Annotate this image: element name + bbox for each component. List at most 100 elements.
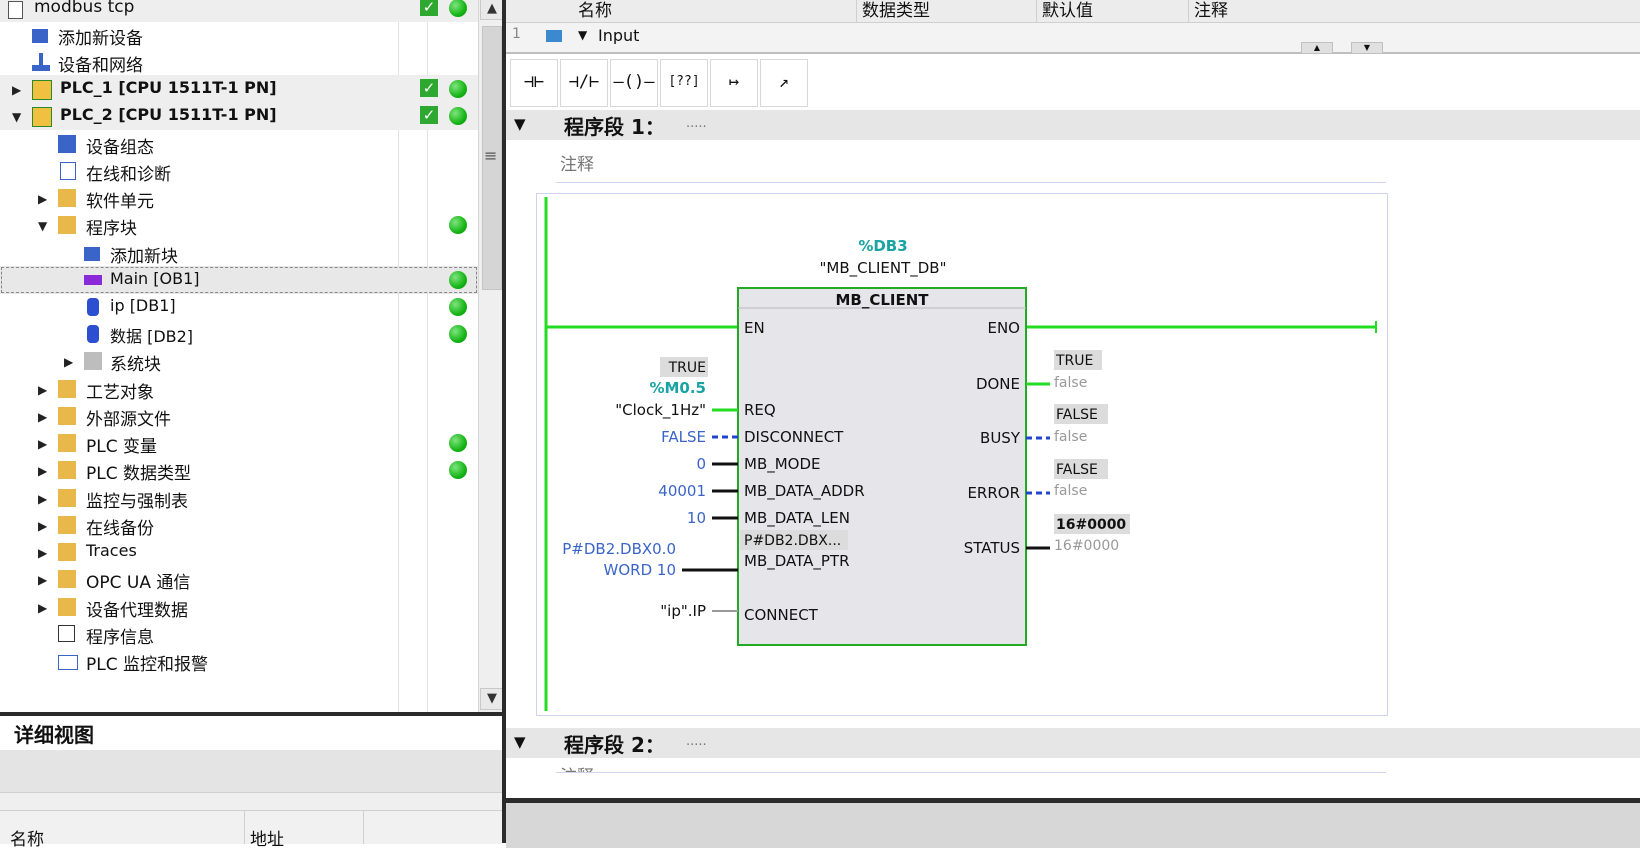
tree-item-project[interactable]: modbus tcp ✓ xyxy=(0,0,478,22)
mb-mode-operand[interactable]: 0 xyxy=(696,455,706,473)
header-name[interactable]: 名称 xyxy=(578,0,612,21)
expand-arrow-icon[interactable]: ▶ xyxy=(38,192,47,206)
scroll-down-icon[interactable]: ▼ xyxy=(1351,42,1383,54)
expand-arrow-icon[interactable]: ▶ xyxy=(38,492,47,506)
column-divider xyxy=(363,811,364,844)
expand-arrow-icon[interactable]: ▶ xyxy=(38,464,47,478)
network-title-placeholder[interactable]: ..... xyxy=(686,116,707,131)
mb-data-addr-operand[interactable]: 40001 xyxy=(658,482,706,500)
tree-item-program-blocks[interactable]: ▼ 程序块 xyxy=(0,211,478,239)
disconnect-operand[interactable]: FALSE xyxy=(661,428,706,446)
tree-item-plc-alarms[interactable]: PLC 监控和报警 xyxy=(0,647,478,675)
tree-item-main-ob1[interactable]: Main [OB1] xyxy=(0,266,478,294)
detail-view-toolbar xyxy=(0,750,502,793)
status-ok-icon xyxy=(449,434,467,452)
tree-item-add-device[interactable]: 添加新设备 xyxy=(0,21,478,49)
pin-disconnect: DISCONNECT xyxy=(744,428,844,446)
pin-en: EN xyxy=(744,319,765,337)
expand-arrow-icon[interactable]: ▶ xyxy=(64,355,73,369)
tree-item-plc1[interactable]: ▶ PLC_1 [CPU 1511T-1 PN] ✓ xyxy=(0,75,478,103)
tree-item-opcua[interactable]: ▶ OPC UA 通信 xyxy=(0,565,478,593)
column-header-address[interactable]: 地址 xyxy=(250,825,284,850)
grip-icon: ≡ xyxy=(484,146,498,165)
network-title-placeholder[interactable]: ..... xyxy=(686,734,707,749)
check-icon: ✓ xyxy=(420,106,438,124)
expand-arrow-icon[interactable]: ▶ xyxy=(38,519,47,533)
network-1-header[interactable]: ▼ 程序段 1： ..... xyxy=(506,110,1640,140)
scroll-up-icon[interactable]: ▲ xyxy=(480,0,504,20)
collapse-arrow-icon[interactable]: ▼ xyxy=(514,733,526,751)
network-comment-field[interactable]: 注释 xyxy=(556,764,1386,773)
tree-item-plc2[interactable]: ▼ PLC_2 [CPU 1511T-1 PN] ✓ xyxy=(0,102,478,130)
pin-error: ERROR xyxy=(967,484,1020,502)
tree-item-devices-networks[interactable]: 设备和网络 xyxy=(0,48,478,76)
collapse-arrow-icon[interactable]: ▼ xyxy=(514,115,526,133)
folder-icon xyxy=(58,570,76,588)
pin-connect: CONNECT xyxy=(744,606,819,624)
tree-item-plc-tags[interactable]: ▶ PLC 变量 xyxy=(0,429,478,457)
status-ok-icon xyxy=(449,216,467,234)
header-datatype[interactable]: 数据类型 xyxy=(862,0,930,21)
collapse-arrow-icon[interactable]: ▼ xyxy=(38,219,47,233)
tree-item-system-blocks[interactable]: ▶ 系统块 xyxy=(0,347,478,375)
plc-icon xyxy=(32,80,52,100)
tree-item-traces[interactable]: ▶ Traces xyxy=(0,538,478,566)
tree-item-external-sources[interactable]: ▶ 外部源文件 xyxy=(0,402,478,430)
normally-open-contact-button[interactable]: ⊣⊢ xyxy=(510,59,558,107)
expand-arrow-icon[interactable]: ▶ xyxy=(38,546,47,560)
tree-item-add-block[interactable]: 添加新块 xyxy=(0,239,478,267)
expand-arrow-icon[interactable]: ▶ xyxy=(38,601,47,615)
status-ok-icon xyxy=(449,298,467,316)
tree-item-device-config[interactable]: 设备组态 xyxy=(0,130,478,158)
network-2-header[interactable]: ▼ 程序段 2： ..... xyxy=(506,728,1640,758)
done-value: false xyxy=(1054,375,1087,391)
close-branch-button[interactable]: ↗ xyxy=(760,59,808,107)
folder-icon xyxy=(58,189,76,207)
expand-arrow-icon[interactable]: ▶ xyxy=(38,437,47,451)
tree-item-software-units[interactable]: ▶ 软件单元 xyxy=(0,184,478,212)
ob-block-icon xyxy=(84,275,102,285)
expand-arrow-icon[interactable]: ▶ xyxy=(12,83,21,97)
expand-arrow-icon[interactable]: ▶ xyxy=(38,573,47,587)
detail-view-header[interactable]: 详细视图 xyxy=(0,712,502,751)
tree-scrollbar[interactable]: ▲ ≡ ▼ xyxy=(478,0,504,712)
add-block-icon xyxy=(84,247,100,261)
instance-db-name[interactable]: "MB_CLIENT_DB" xyxy=(820,259,947,278)
connect-operand[interactable]: "ip".IP xyxy=(660,602,706,620)
scroll-down-icon[interactable]: ▼ xyxy=(480,688,504,710)
header-default[interactable]: 默认值 xyxy=(1042,0,1093,21)
normally-closed-contact-button[interactable]: ⊣/⊢ xyxy=(560,59,608,107)
tree-item-program-info[interactable]: 程序信息 xyxy=(0,620,478,648)
coil-button[interactable]: –()– xyxy=(610,59,658,107)
tree-item-label: 外部源文件 xyxy=(86,410,171,430)
tree-item-device-proxy[interactable]: ▶ 设备代理数据 xyxy=(0,593,478,621)
tree-item-plc-datatypes[interactable]: ▶ PLC 数据类型 xyxy=(0,456,478,484)
mb-data-ptr-monitor-value: P#DB2.DBX... xyxy=(744,533,841,549)
mb-data-ptr-operand-length[interactable]: WORD 10 xyxy=(604,561,676,579)
tree-item-label: PLC 监控和报警 xyxy=(86,655,208,675)
tree-item-watch-tables[interactable]: ▶ 监控与强制表 xyxy=(0,484,478,512)
network-comment: 注释 xyxy=(560,764,594,772)
expand-arrow-icon[interactable]: ▶ xyxy=(38,410,47,424)
status-monitor-value: 16#0000 xyxy=(1056,517,1126,533)
tree-item-online-backups[interactable]: ▶ 在线备份 xyxy=(0,511,478,539)
collapse-arrow-icon[interactable]: ▼ xyxy=(12,110,21,124)
tree-item-tech-objects[interactable]: ▶ 工艺对象 xyxy=(0,375,478,403)
mb-data-ptr-operand[interactable]: P#DB2.DBX0.0 xyxy=(562,540,676,558)
column-header-name[interactable]: 名称 xyxy=(10,825,44,850)
mb-data-len-operand[interactable]: 10 xyxy=(687,509,706,527)
tree-item-ip-db1[interactable]: ip [DB1] xyxy=(0,293,478,321)
interface-row[interactable]: 1 ▼ Input xyxy=(506,26,1640,44)
tree-item-online-diag[interactable]: 在线和诊断 xyxy=(0,157,478,185)
header-comment[interactable]: 注释 xyxy=(1194,0,1228,21)
tree-item-label: 在线和诊断 xyxy=(86,165,171,185)
collapse-arrow-icon[interactable]: ▼ xyxy=(578,28,587,42)
empty-box-button[interactable]: [??] xyxy=(660,59,708,107)
open-branch-button[interactable]: ↦ xyxy=(710,59,758,107)
req-operand[interactable]: "Clock_1Hz" xyxy=(615,401,706,420)
expand-arrow-icon[interactable]: ▶ xyxy=(38,383,47,397)
column-divider xyxy=(1036,0,1037,22)
scroll-up-icon[interactable]: ▲ xyxy=(1301,42,1333,54)
network-comment-field[interactable]: 注释 xyxy=(556,146,1386,183)
tree-item-data-db2[interactable]: 数据 [DB2] xyxy=(0,320,478,348)
